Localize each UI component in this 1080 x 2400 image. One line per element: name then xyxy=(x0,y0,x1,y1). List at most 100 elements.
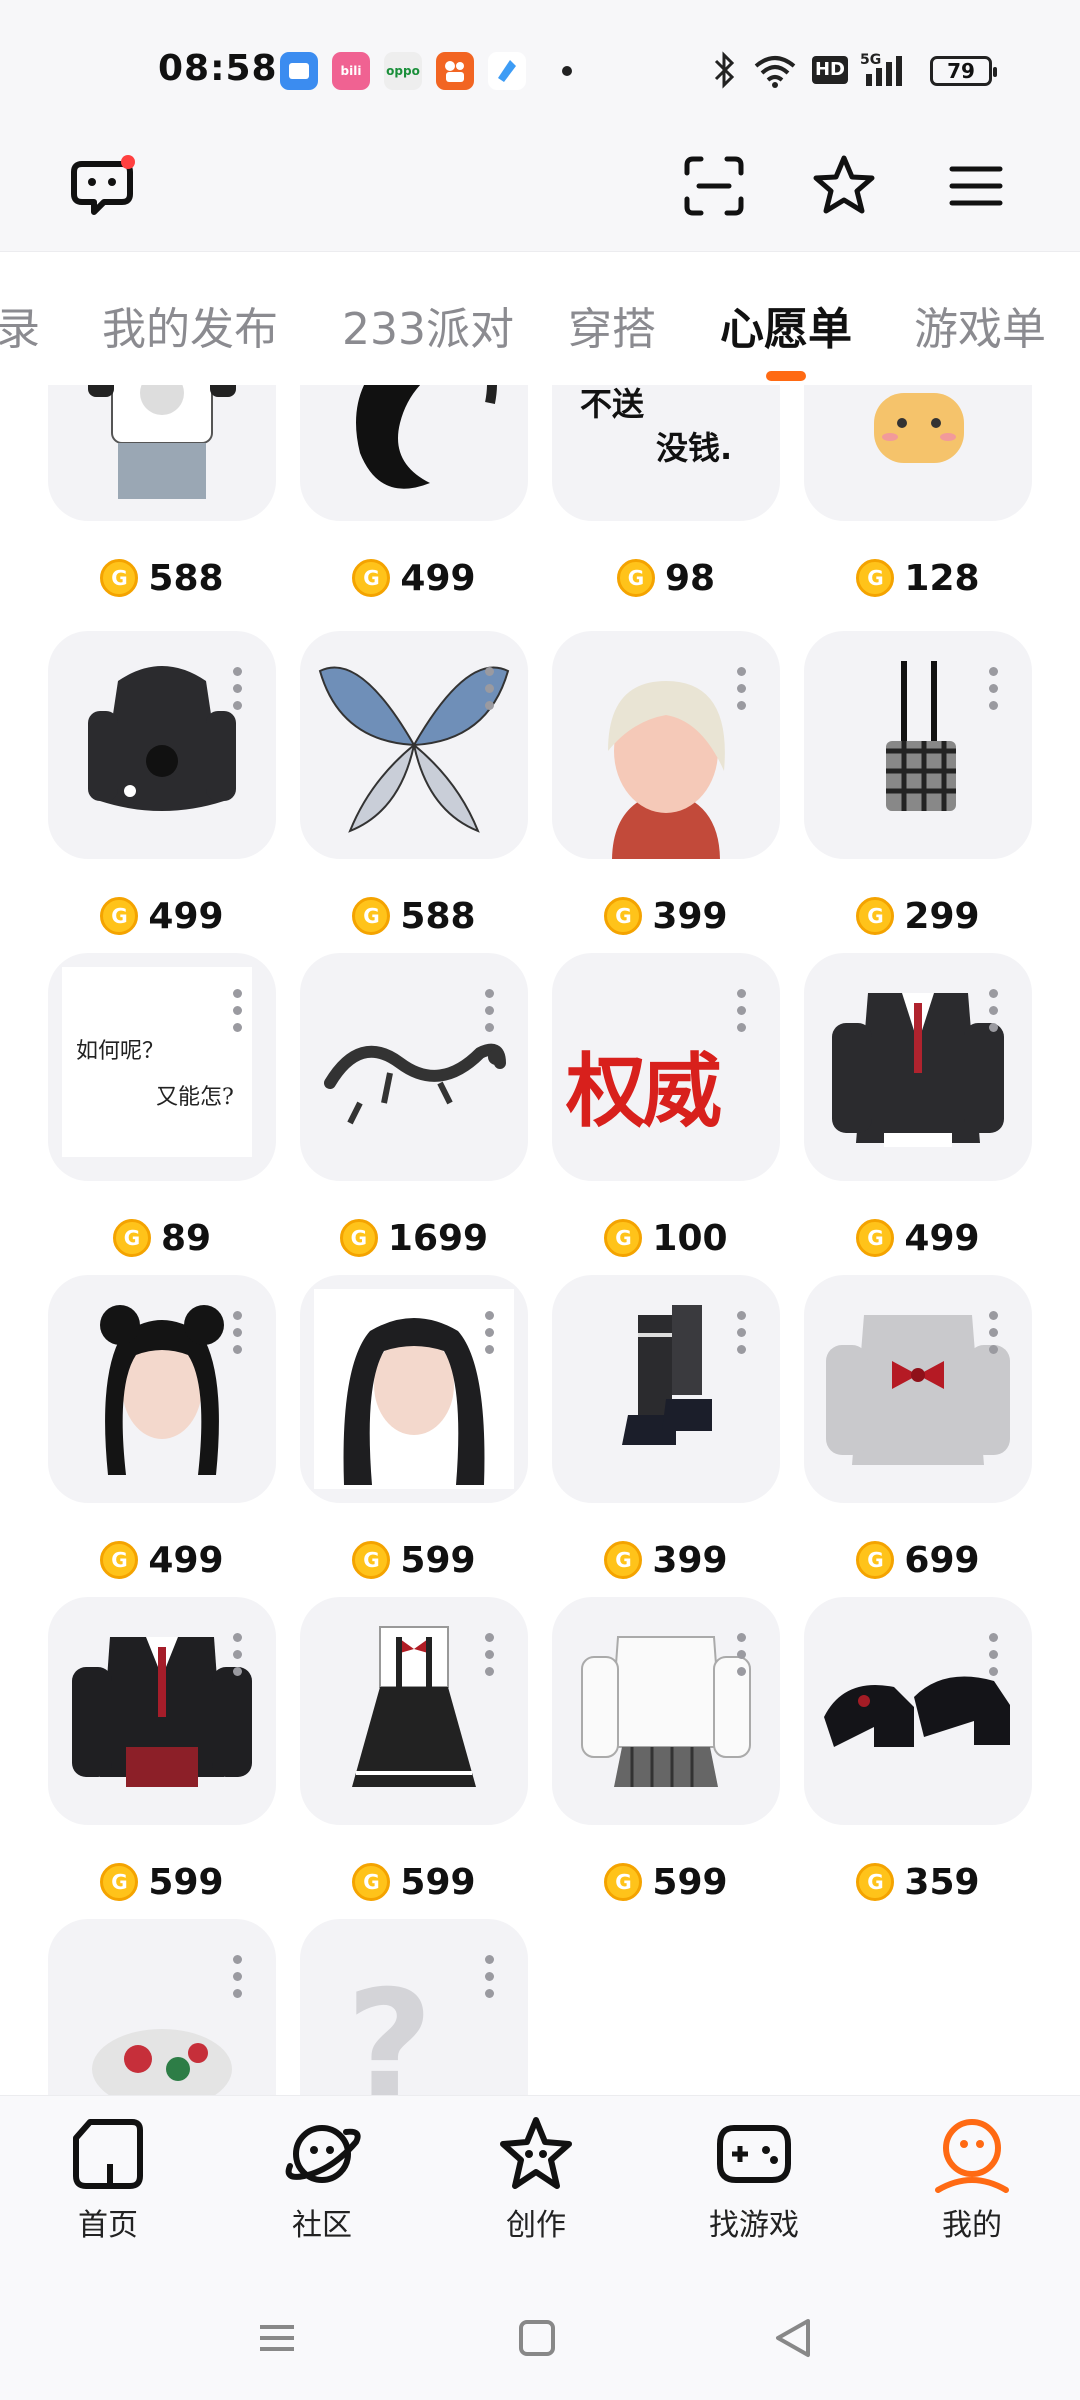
item-thumbnail[interactable] xyxy=(804,385,1032,521)
tab-my-posts[interactable]: 我的发布 xyxy=(102,293,278,357)
tab-outfits[interactable]: 穿搭 xyxy=(568,293,656,357)
star-icon[interactable] xyxy=(808,150,880,222)
item-price: 100 xyxy=(552,1213,780,1263)
status-bar: 08:58 bili oppo HD 5G 79 xyxy=(0,0,1080,120)
wishlist-item[interactable]: 399 xyxy=(552,1275,780,1581)
item-thumbnail[interactable] xyxy=(804,1597,1032,1825)
wishlist-item[interactable]: 599 xyxy=(552,1597,780,1903)
more-options-icon[interactable] xyxy=(988,667,998,711)
wishlist-item[interactable]: 权威 100 xyxy=(552,953,780,1259)
wishlist-item[interactable]: 1699 xyxy=(300,953,528,1259)
nav-create[interactable]: 创作 xyxy=(466,2114,606,2264)
tab-partial[interactable]: 录 xyxy=(0,293,40,357)
wishlist-item[interactable]: 299 xyxy=(804,631,1032,937)
coin-icon xyxy=(352,559,391,597)
item-thumbnail[interactable] xyxy=(804,953,1032,1181)
wishlist-item[interactable]: 不送 没钱. 98 xyxy=(552,385,780,599)
item-price: 1699 xyxy=(300,1213,528,1263)
wishlist-item[interactable]: 599 xyxy=(300,1275,528,1581)
item-thumbnail[interactable]: 权威 xyxy=(552,953,780,1181)
more-options-icon[interactable] xyxy=(232,1633,242,1677)
item-thumbnail[interactable] xyxy=(48,385,276,521)
active-tab-indicator xyxy=(766,371,806,381)
wishlist-item[interactable]: 588 xyxy=(48,385,276,599)
wishlist-item[interactable]: 599 xyxy=(48,1597,276,1903)
item-thumbnail[interactable] xyxy=(300,385,528,521)
item-thumbnail[interactable]: 不送 没钱. xyxy=(552,385,780,521)
wishlist-item[interactable]: 499 xyxy=(804,953,1032,1259)
item-thumbnail[interactable] xyxy=(300,1275,528,1503)
item-price: 98 xyxy=(552,553,780,603)
item-thumbnail[interactable] xyxy=(552,631,780,859)
coin-icon xyxy=(100,1863,139,1901)
nav-community[interactable]: 社区 xyxy=(252,2114,392,2264)
item-price: 299 xyxy=(804,891,1032,941)
item-thumbnail[interactable] xyxy=(804,1275,1032,1503)
item-thumbnail[interactable] xyxy=(48,1597,276,1825)
more-options-icon[interactable] xyxy=(484,1633,494,1677)
item-thumbnail[interactable]: 如何呢？ 又能怎? xyxy=(48,953,276,1181)
item-thumbnail[interactable] xyxy=(300,953,528,1181)
item-thumbnail[interactable] xyxy=(552,1275,780,1503)
back-triangle-icon[interactable] xyxy=(768,2313,818,2363)
tab-wishlist[interactable]: 心愿单 xyxy=(720,293,852,357)
more-options-icon[interactable] xyxy=(232,1955,242,1999)
more-options-icon[interactable] xyxy=(484,1955,494,1999)
wishlist-item[interactable]: 128 xyxy=(804,385,1032,599)
tab-game-list[interactable]: 游戏单 xyxy=(914,293,1046,357)
item-thumbnail[interactable] xyxy=(300,1597,528,1825)
recents-menu-icon[interactable] xyxy=(252,2313,302,2363)
wishlist-item[interactable]: 599 xyxy=(300,1597,528,1903)
status-time: 08:58 xyxy=(158,48,278,89)
wishlist-item[interactable]: 699 xyxy=(804,1275,1032,1581)
wishlist-item[interactable]: 如何呢？ 又能怎? 89 xyxy=(48,953,276,1259)
more-options-icon[interactable] xyxy=(736,667,746,711)
more-options-icon[interactable] xyxy=(232,1311,242,1355)
item-thumbnail[interactable] xyxy=(48,631,276,859)
bottom-navigation: 首页 社区 创作 找游戏 我的 xyxy=(0,2095,1080,2275)
wishlist-item[interactable]: 399 xyxy=(552,631,780,937)
item-thumbnail[interactable] xyxy=(804,631,1032,859)
item-thumbnail[interactable]: ? xyxy=(300,1919,528,2095)
home-square-icon[interactable] xyxy=(512,2313,562,2363)
more-options-icon[interactable] xyxy=(736,1633,746,1677)
tab-233-party[interactable]: 233派对 xyxy=(342,293,514,357)
wishlist-item[interactable]: 499 xyxy=(48,631,276,937)
item-price: 399 xyxy=(552,1535,780,1585)
scan-icon[interactable] xyxy=(678,150,750,222)
more-options-icon[interactable] xyxy=(232,667,242,711)
item-thumbnail[interactable] xyxy=(552,1597,780,1825)
nav-home[interactable]: 首页 xyxy=(38,2114,178,2264)
profile-icon xyxy=(935,2119,1009,2193)
coin-icon xyxy=(604,1541,643,1579)
wishlist-item[interactable]: ? xyxy=(300,1919,528,2095)
more-options-icon[interactable] xyxy=(484,1311,494,1355)
wishlist-item[interactable] xyxy=(48,1919,276,2095)
coin-icon xyxy=(856,897,895,935)
create-star-icon xyxy=(500,2117,572,2189)
more-options-icon[interactable] xyxy=(988,989,998,1033)
item-thumbnail[interactable] xyxy=(48,1275,276,1503)
item-thumbnail[interactable] xyxy=(300,631,528,859)
chat-bubble-icon[interactable] xyxy=(66,150,138,222)
wishlist-item[interactable]: 499 xyxy=(300,385,528,599)
coin-icon xyxy=(352,1863,391,1901)
coin-icon xyxy=(339,1219,378,1257)
wishlist-item[interactable]: 359 xyxy=(804,1597,1032,1903)
item-price: 359 xyxy=(804,1857,1032,1907)
more-options-icon[interactable] xyxy=(988,1633,998,1677)
nav-me[interactable]: 我的 xyxy=(902,2114,1042,2264)
more-options-icon[interactable] xyxy=(988,1311,998,1355)
more-options-icon[interactable] xyxy=(736,989,746,1033)
more-options-icon[interactable] xyxy=(484,989,494,1033)
wishlist-item[interactable]: 588 xyxy=(300,631,528,937)
nav-find-games[interactable]: 找游戏 xyxy=(684,2114,824,2264)
more-options-icon[interactable] xyxy=(484,667,494,711)
menu-icon[interactable] xyxy=(940,150,1012,222)
wishlist-item[interactable]: 499 xyxy=(48,1275,276,1581)
item-thumbnail[interactable] xyxy=(48,1919,276,2095)
coin-icon xyxy=(112,1219,151,1257)
more-options-icon[interactable] xyxy=(736,1311,746,1355)
more-options-icon[interactable] xyxy=(232,989,242,1033)
coin-icon xyxy=(100,1541,139,1579)
